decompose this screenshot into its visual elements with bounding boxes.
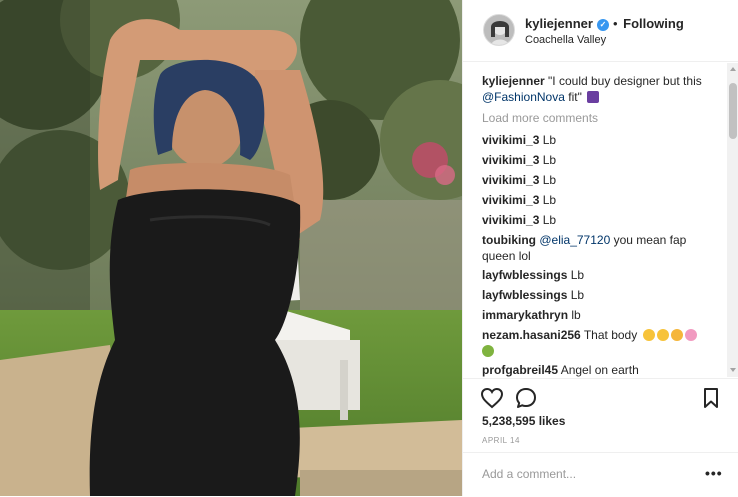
comment-username[interactable]: layfwblessings (482, 268, 567, 282)
comment-item: immarykathryn lb (482, 307, 707, 323)
more-options-button[interactable]: ••• (705, 465, 723, 481)
heart-eyes-emoji (656, 329, 669, 341)
comment-text: That body (583, 328, 638, 342)
comment-text: Lb (542, 193, 557, 207)
bookmark-icon (704, 388, 718, 408)
comment-text: Lb (542, 173, 557, 187)
post-location[interactable]: Coachella Valley (525, 34, 606, 46)
comment-username[interactable]: layfwblessings (482, 288, 567, 302)
add-comment-input[interactable] (482, 467, 692, 481)
comment-bubble-icon (516, 388, 536, 408)
comment-text: you mean fap (613, 233, 687, 247)
save-button[interactable] (698, 385, 724, 411)
header-user-line: kyliejenner ✓ • Following (525, 16, 684, 31)
comment-username[interactable]: immarykathryn (482, 308, 568, 322)
comment-text: Lb (542, 133, 557, 147)
separator-dot: • (612, 16, 618, 31)
comment-username[interactable]: toubiking (482, 233, 536, 247)
scroll-down-arrow-icon[interactable] (730, 368, 736, 372)
scroll-up-arrow-icon[interactable] (730, 67, 736, 71)
comments-scrollbar[interactable] (727, 63, 738, 377)
flower-emoji (684, 329, 697, 341)
comment-item: profgabreil45 Angel on earth (482, 362, 707, 377)
following-button[interactable]: Following (623, 16, 684, 31)
caption: kyliejenner "I could buy designer but th… (482, 73, 707, 105)
header-username[interactable]: kyliejenner (525, 16, 593, 31)
comment-item: layfwblessings Lb (482, 267, 707, 283)
comment-text: lb (571, 308, 581, 322)
comment-username[interactable]: vivikimi_3 (482, 133, 539, 147)
post-side-panel: kyliejenner ✓ • Following Coachella Valley… (462, 0, 738, 496)
verified-badge-icon: ✓ (596, 19, 609, 31)
comment-username[interactable]: vivikimi_3 (482, 193, 539, 207)
comment-text: Lb (570, 268, 585, 282)
comment-button[interactable] (513, 385, 539, 411)
comments-list[interactable]: kyliejenner "I could buy designer but th… (463, 63, 727, 377)
like-button[interactable] (479, 385, 505, 411)
comment-text: Lb (570, 288, 585, 302)
smile-emoji (670, 329, 683, 341)
comment-text: Angel on earth (560, 363, 639, 377)
purple-dress-emoji (587, 91, 600, 103)
comment-username[interactable]: vivikimi_3 (482, 153, 539, 167)
likes-count[interactable]: 5,238,595 likes (482, 414, 565, 428)
comment-mention[interactable]: @elia_77120 (539, 233, 610, 247)
comment-text: Lb (542, 153, 557, 167)
comment-username[interactable]: nezam.hasani256 (482, 328, 581, 342)
post-photo[interactable] (0, 0, 462, 496)
comment-item: vivikimi_3 Lb (482, 152, 707, 168)
comment-item: vivikimi_3 Lb (482, 212, 707, 228)
action-bar (463, 378, 738, 419)
comment-item: layfwblessings Lb (482, 287, 707, 303)
comment-item: vivikimi_3 Lb (482, 172, 707, 188)
bouquet-emoji (482, 345, 494, 357)
caption-username[interactable]: kyliejenner (482, 74, 545, 88)
comment-text: Lb (542, 213, 557, 227)
caption-text: "I could buy designer but this (548, 74, 702, 88)
heart-icon (480, 387, 504, 409)
heart-eyes-emoji (642, 329, 655, 341)
load-more-comments-button[interactable]: Load more comments (482, 111, 598, 125)
post-header: kyliejenner ✓ • Following Coachella Valley (463, 0, 738, 62)
comment-form: ••• (463, 452, 738, 497)
comment-username[interactable]: vivikimi_3 (482, 213, 539, 227)
comment-item: vivikimi_3 Lb (482, 192, 707, 208)
avatar-icon (484, 15, 514, 45)
post-date[interactable]: APRIL 14 (482, 436, 520, 445)
scrollbar-thumb[interactable] (729, 83, 737, 139)
photo-illustration (0, 0, 462, 496)
comment-item: vivikimi_3 Lb (482, 132, 707, 148)
comment-item: toubiking @elia_77120 you mean fap queen… (482, 232, 707, 264)
comment-username[interactable]: profgabreil45 (482, 363, 558, 377)
caption-text-end: fit" (568, 90, 582, 104)
comment-item: nezam.hasani256 That body (482, 327, 707, 359)
user-avatar[interactable] (483, 14, 515, 46)
comment-username[interactable]: vivikimi_3 (482, 173, 539, 187)
comment-text-line2: queen lol (482, 249, 531, 263)
caption-mention[interactable]: @FashionNova (482, 90, 565, 104)
